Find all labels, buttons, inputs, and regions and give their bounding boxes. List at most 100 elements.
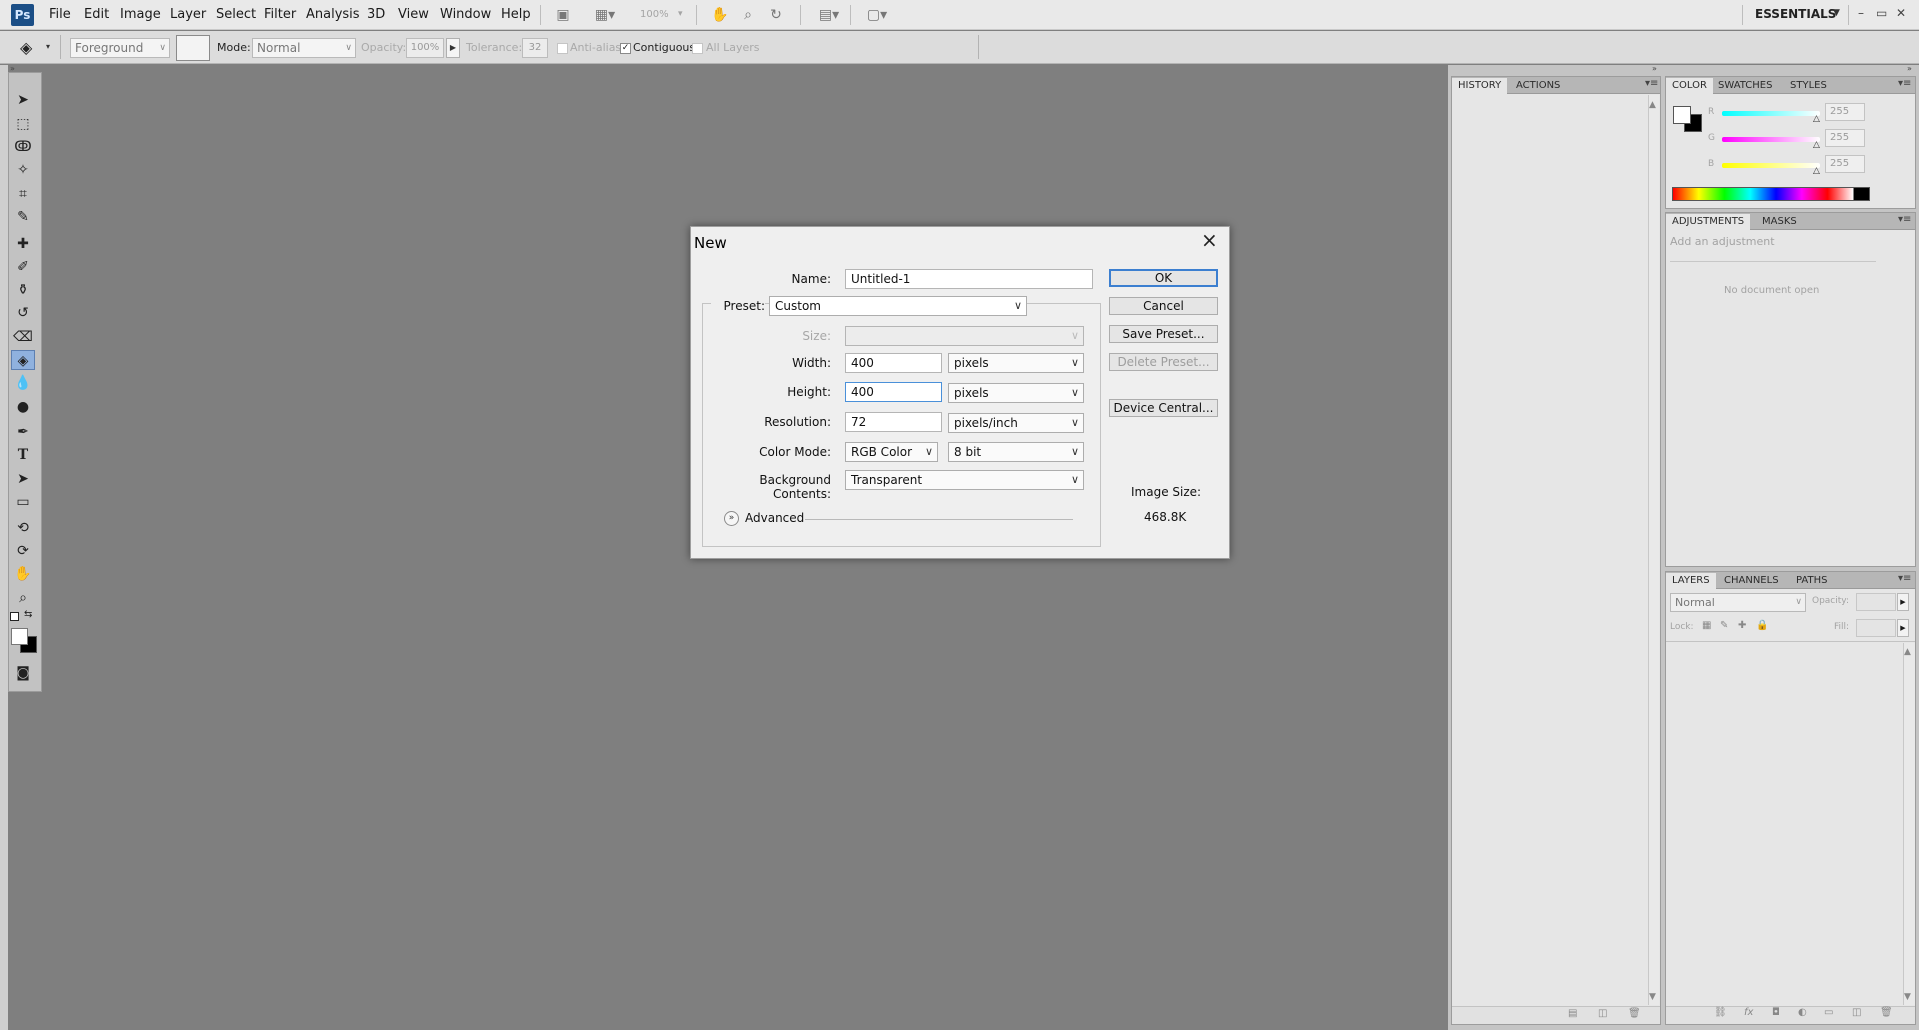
- panel-menu-icon[interactable]: ▾≡: [1898, 214, 1911, 225]
- red-slider-thumb-icon[interactable]: △: [1813, 114, 1820, 124]
- swap-colors-icon[interactable]: ⇆: [24, 609, 32, 620]
- trash-icon[interactable]: 🗑: [1880, 1007, 1893, 1018]
- lock-image-pixels-icon[interactable]: ✎: [1720, 620, 1728, 631]
- red-channel-slider[interactable]: [1722, 111, 1820, 116]
- minimize-icon[interactable]: –: [1858, 6, 1864, 20]
- brush-tool-icon[interactable]: ✐: [11, 257, 35, 277]
- color-ramp[interactable]: [1672, 187, 1870, 201]
- menu-edit[interactable]: Edit: [84, 7, 109, 22]
- eyedropper-tool-icon[interactable]: ✎: [11, 207, 35, 227]
- layer-style-icon[interactable]: fx: [1744, 1007, 1753, 1018]
- paint-bucket-tool-icon[interactable]: ◈: [11, 350, 35, 370]
- anti-alias-checkbox[interactable]: [557, 43, 568, 54]
- height-unit-select[interactable]: pixels ∨: [948, 383, 1084, 403]
- hand-tool-icon[interactable]: ✋: [11, 564, 35, 584]
- tab-channels[interactable]: CHANNELS: [1718, 573, 1785, 589]
- opacity-slider-arrow-icon[interactable]: ▶: [1897, 593, 1909, 611]
- width-input[interactable]: 400: [845, 353, 942, 373]
- magic-wand-tool-icon[interactable]: ✧: [11, 160, 35, 180]
- 3d-rotate-tool-icon[interactable]: ⟲: [11, 518, 35, 538]
- tab-history[interactable]: HISTORY: [1452, 78, 1508, 94]
- advanced-toggle[interactable]: Advanced: [745, 511, 804, 525]
- menu-filter[interactable]: Filter: [264, 7, 296, 22]
- tab-adjustments[interactable]: ADJUSTMENTS: [1666, 214, 1751, 230]
- tolerance-input[interactable]: 32: [522, 38, 548, 58]
- tool-preset-chevron-down-icon[interactable]: ▾: [46, 42, 50, 51]
- menu-analysis[interactable]: Analysis: [306, 7, 360, 22]
- photoshop-logo[interactable]: Ps: [11, 4, 34, 26]
- history-brush-tool-icon[interactable]: ↺: [11, 303, 35, 323]
- green-slider-thumb-icon[interactable]: △: [1813, 140, 1820, 150]
- device-central-button[interactable]: Device Central...: [1109, 399, 1218, 417]
- ok-button[interactable]: OK: [1109, 269, 1218, 287]
- bit-depth-select[interactable]: 8 bit ∨: [948, 442, 1084, 462]
- menu-window[interactable]: Window: [440, 7, 491, 22]
- save-preset-button[interactable]: Save Preset...: [1109, 325, 1218, 343]
- close-icon[interactable]: ×: [1201, 228, 1218, 252]
- eraser-tool-icon[interactable]: ⌫: [11, 327, 35, 347]
- tab-layers[interactable]: LAYERS: [1666, 573, 1716, 589]
- tab-swatches[interactable]: SWATCHES: [1712, 78, 1778, 94]
- panel-menu-icon[interactable]: ▾≡: [1645, 78, 1658, 89]
- opacity-slider-arrow-icon[interactable]: ▶: [446, 38, 460, 58]
- delete-preset-button[interactable]: Delete Preset...: [1109, 353, 1218, 371]
- add-mask-icon[interactable]: ◘: [1772, 1007, 1780, 1018]
- red-channel-input[interactable]: 255: [1825, 103, 1865, 121]
- cancel-button[interactable]: Cancel: [1109, 297, 1218, 315]
- color-mode-select[interactable]: RGB Color ∨: [845, 442, 938, 462]
- zoom-tool-icon[interactable]: ⌕: [11, 588, 35, 608]
- layer-fill-input[interactable]: [1856, 619, 1896, 637]
- marquee-tool-icon[interactable]: ⬚: [11, 114, 35, 134]
- link-layers-icon[interactable]: ⛓: [1714, 1007, 1727, 1018]
- background-contents-select[interactable]: Transparent ∨: [845, 470, 1084, 490]
- tab-styles[interactable]: STYLES: [1784, 78, 1833, 94]
- opacity-input[interactable]: 100%: [406, 38, 444, 58]
- healing-brush-tool-icon[interactable]: ✚: [11, 234, 35, 254]
- blue-slider-thumb-icon[interactable]: △: [1813, 166, 1820, 176]
- resolution-input[interactable]: 72: [845, 412, 942, 432]
- close-icon[interactable]: ✕: [1896, 6, 1906, 20]
- menu-file[interactable]: File: [49, 7, 71, 22]
- color-foreground-swatch[interactable]: [1673, 106, 1691, 124]
- blue-channel-input[interactable]: 255: [1825, 155, 1865, 173]
- fill-source-select[interactable]: Foreground ∨: [70, 38, 170, 58]
- menu-3d[interactable]: 3D: [367, 7, 385, 22]
- collapse-history-dock-icon[interactable]: »: [1652, 64, 1657, 73]
- type-tool-icon[interactable]: T: [11, 445, 35, 465]
- rectangle-tool-icon[interactable]: ▭: [11, 492, 35, 512]
- blue-channel-slider[interactable]: [1722, 163, 1820, 168]
- history-scrollbar[interactable]: [1648, 95, 1659, 1005]
- lasso-tool-icon[interactable]: ↂ: [11, 137, 35, 157]
- clone-stamp-tool-icon[interactable]: ⚱: [11, 280, 35, 300]
- scroll-up-icon[interactable]: ▲: [1649, 100, 1656, 110]
- mode-select[interactable]: Normal ∨: [252, 38, 356, 58]
- scroll-up-icon[interactable]: ▲: [1904, 647, 1911, 657]
- view-extras-icon[interactable]: ▦▾: [588, 6, 622, 24]
- layer-opacity-input[interactable]: [1856, 593, 1896, 611]
- layers-scrollbar[interactable]: [1903, 643, 1915, 1005]
- fill-slider-arrow-icon[interactable]: ▶: [1897, 619, 1909, 637]
- crop-tool-icon[interactable]: ⌗: [11, 184, 35, 204]
- pattern-picker[interactable]: [176, 35, 210, 61]
- adjustment-layer-icon[interactable]: ◐: [1798, 1007, 1807, 1018]
- new-group-icon[interactable]: ▭: [1824, 1007, 1833, 1018]
- green-channel-slider[interactable]: [1722, 137, 1820, 142]
- lock-transparent-pixels-icon[interactable]: ▦: [1702, 620, 1711, 631]
- scroll-down-icon[interactable]: ▼: [1649, 992, 1656, 1002]
- all-layers-checkbox[interactable]: [692, 43, 703, 54]
- blur-tool-icon[interactable]: 💧: [11, 373, 35, 393]
- bridge-icon[interactable]: ▣: [552, 6, 574, 24]
- size-select[interactable]: ∨: [845, 326, 1084, 346]
- zoom-chevron-down-icon[interactable]: ▾: [678, 9, 683, 19]
- pen-tool-icon[interactable]: ✒: [11, 422, 35, 442]
- lock-position-icon[interactable]: ✚: [1738, 620, 1746, 631]
- workspace-switcher[interactable]: ESSENTIALS: [1755, 7, 1836, 21]
- contiguous-checkbox[interactable]: ✓: [620, 43, 631, 54]
- menu-help[interactable]: Help: [501, 7, 531, 22]
- rotate-view-icon[interactable]: ↻: [766, 6, 786, 24]
- trash-icon[interactable]: 🗑: [1628, 1008, 1641, 1019]
- move-tool-icon[interactable]: ➤: [11, 90, 35, 110]
- default-colors-icon[interactable]: [10, 612, 19, 621]
- green-channel-input[interactable]: 255: [1825, 129, 1865, 147]
- panel-menu-icon[interactable]: ▾≡: [1898, 78, 1911, 89]
